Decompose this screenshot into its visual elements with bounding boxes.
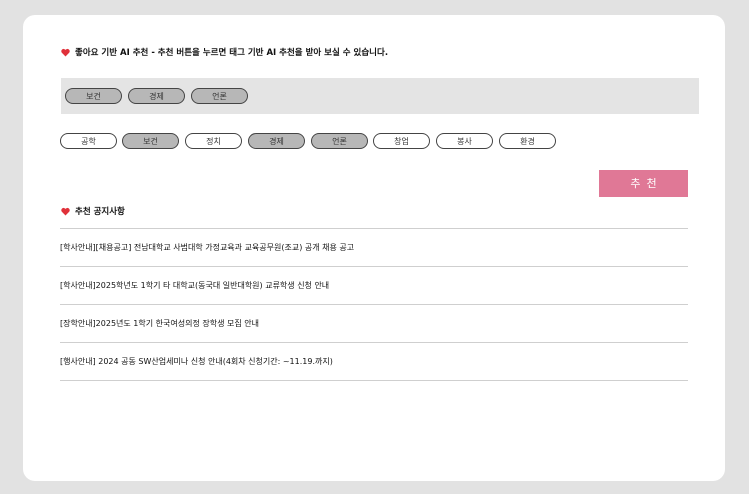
tag-button[interactable]: 언론	[311, 133, 368, 149]
notice-item[interactable]: [학사안내][채용공고] 전남대학교 사범대학 가정교육과 교육공무원(조교) …	[60, 228, 688, 266]
page-heading: 좋아요 기반 AI 추천 - 추천 버튼을 누르면 태그 기반 AI 추천을 받…	[61, 46, 388, 58]
recommend-button[interactable]: 추천	[599, 170, 688, 197]
tag-button[interactable]: 정치	[185, 133, 242, 149]
heart-icon	[61, 48, 70, 57]
tag-button[interactable]: 환경	[499, 133, 556, 149]
tag-button[interactable]: 창업	[373, 133, 430, 149]
notice-section-title-text: 추천 공지사항	[75, 207, 125, 217]
selected-tag[interactable]: 보건	[65, 88, 122, 104]
notice-item[interactable]: [장학안내]2025년도 1학기 한국여성의정 장학생 모집 안내	[60, 304, 688, 342]
tag-button[interactable]: 봉사	[436, 133, 493, 149]
selected-tag[interactable]: 언론	[191, 88, 248, 104]
notice-item[interactable]: [학사안내]2025학년도 1학기 타 대학교(동국대 일반대학원) 교류학생 …	[60, 266, 688, 304]
page-heading-text: 좋아요 기반 AI 추천 - 추천 버튼을 누르면 태그 기반 AI 추천을 받…	[75, 48, 389, 58]
selected-tags-bar: 보건 경제 언론	[61, 78, 699, 114]
notice-item[interactable]: [행사안내] 2024 공동 SW산업세미나 신청 안내(4회차 신청기간: ~…	[60, 342, 688, 381]
tag-button[interactable]: 경제	[248, 133, 305, 149]
tag-button[interactable]: 보건	[122, 133, 179, 149]
tag-button[interactable]: 공학	[60, 133, 117, 149]
notice-list: [학사안내][채용공고] 전남대학교 사범대학 가정교육과 교육공무원(조교) …	[60, 228, 688, 381]
notice-section-title: 추천 공지사항	[61, 205, 125, 217]
recommendation-card: 좋아요 기반 AI 추천 - 추천 버튼을 누르면 태그 기반 AI 추천을 받…	[23, 15, 725, 481]
selected-tag[interactable]: 경제	[128, 88, 185, 104]
heart-icon	[61, 207, 70, 216]
